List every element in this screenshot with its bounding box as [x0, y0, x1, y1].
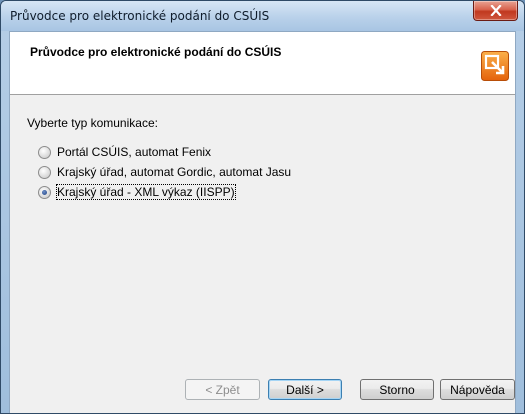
cancel-button[interactable]: Storno	[360, 379, 434, 400]
wizard-header: Průvodce pro elektronické podání do CSÚI…	[10, 32, 515, 95]
communication-type-prompt: Vyberte typ komunikace:	[27, 116, 158, 130]
option-label: Krajský úřad - XML výkaz (IISPP)	[56, 184, 236, 200]
option-portal-csuis[interactable]: Portál CSÚIS, automat Fenix	[38, 144, 211, 160]
title-bar[interactable]: Průvodce pro elektronické podání do CSÚI…	[1, 1, 524, 31]
wizard-export-icon	[481, 51, 509, 81]
wizard-window: Průvodce pro elektronické podání do CSÚI…	[0, 0, 525, 414]
next-button[interactable]: Další >	[268, 379, 342, 400]
close-button[interactable]	[473, 1, 518, 21]
option-label: Portál CSÚIS, automat Fenix	[57, 145, 212, 159]
option-label: Krajský úřad, automat Gordic, automat Ja…	[57, 165, 292, 179]
option-krajsky-urad-gordic[interactable]: Krajský úřad, automat Gordic, automat Ja…	[38, 164, 291, 180]
header-title: Průvodce pro elektronické podání do CSÚI…	[30, 45, 282, 59]
window-title: Průvodce pro elektronické podání do CSÚI…	[10, 9, 270, 23]
back-button[interactable]: < Zpět	[185, 379, 260, 400]
help-button[interactable]: Nápověda	[440, 379, 515, 400]
close-icon	[489, 5, 502, 16]
radio-button-selected[interactable]	[38, 185, 51, 199]
radio-button[interactable]	[38, 145, 51, 159]
radio-button[interactable]	[38, 165, 51, 179]
wizard-body: Průvodce pro elektronické podání do CSÚI…	[9, 31, 516, 413]
option-krajsky-urad-xml[interactable]: Krajský úřad - XML výkaz (IISPP)	[38, 184, 236, 200]
